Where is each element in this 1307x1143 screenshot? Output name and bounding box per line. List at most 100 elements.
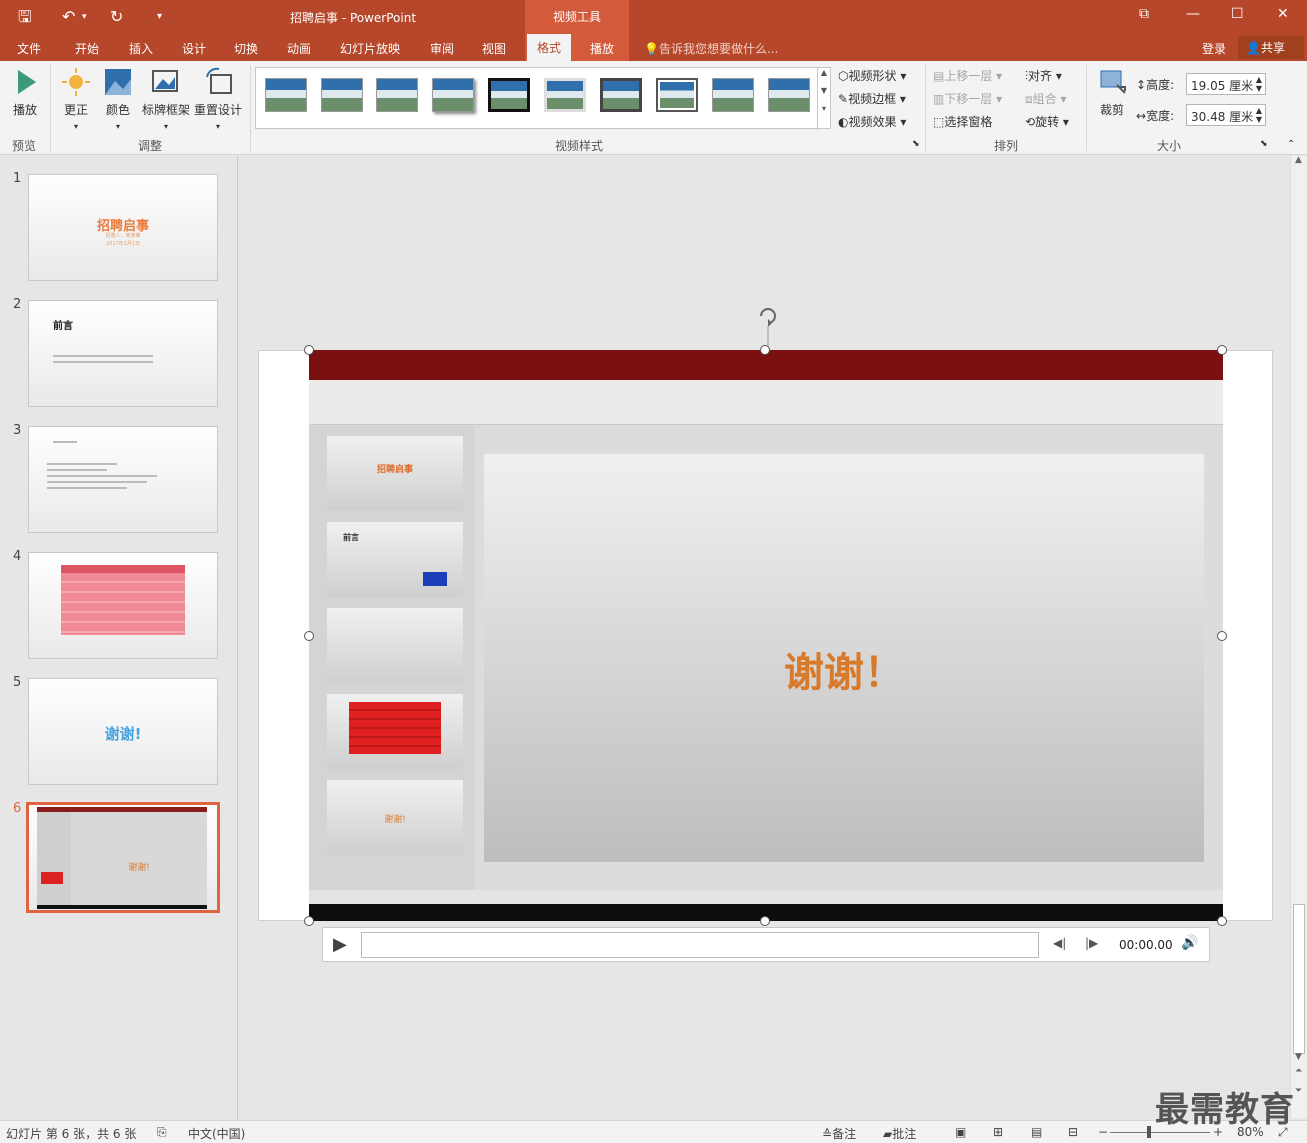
tab-design[interactable]: 设计 bbox=[182, 40, 206, 57]
zoom-slider-thumb[interactable] bbox=[1147, 1126, 1151, 1138]
send-backward-button[interactable]: ▥下移一层 ▾ bbox=[933, 90, 1002, 107]
save-icon[interactable]: 🖫 bbox=[18, 6, 32, 28]
spellcheck-icon[interactable]: ⎘ bbox=[157, 1125, 167, 1140]
undo-icon[interactable]: ↶ bbox=[62, 6, 75, 28]
video-style-thumb[interactable] bbox=[600, 78, 642, 112]
seek-bar[interactable] bbox=[361, 932, 1039, 958]
step-forward-icon[interactable]: |▶ bbox=[1085, 936, 1098, 950]
undo-dropdown-icon[interactable]: ▾ bbox=[82, 6, 87, 28]
resize-handle[interactable] bbox=[1217, 345, 1227, 355]
video-effects-button[interactable]: ◐视频效果 ▾ bbox=[838, 113, 906, 130]
volume-icon[interactable]: 🔊 bbox=[1181, 935, 1198, 951]
slide-thumbnail-4[interactable] bbox=[28, 552, 218, 659]
comments-button[interactable]: ▰批注 bbox=[883, 1125, 916, 1142]
resize-handle[interactable] bbox=[1217, 916, 1227, 926]
gallery-scroll[interactable]: ▲ ▼ ▾ bbox=[817, 68, 830, 130]
group-button[interactable]: ⧈组合 ▾ bbox=[1025, 90, 1067, 107]
notes-button[interactable]: ≙备注 bbox=[822, 1125, 856, 1142]
video-style-thumb[interactable] bbox=[321, 78, 363, 112]
normal-view-icon[interactable]: ▣ bbox=[955, 1125, 966, 1139]
video-border-button[interactable]: ✎视频边框 ▾ bbox=[838, 90, 906, 107]
slide-thumbnail-2[interactable]: 前言 bbox=[28, 300, 218, 407]
login-link[interactable]: 登录 bbox=[1202, 40, 1226, 57]
poster-frame-button[interactable]: 标牌框架 ▾ bbox=[138, 67, 194, 132]
rotate-handle-icon[interactable] bbox=[755, 304, 781, 350]
tab-slideshow[interactable]: 幻灯片放映 bbox=[340, 40, 400, 57]
maximize-icon[interactable]: ☐ bbox=[1231, 6, 1244, 22]
redo-icon[interactable]: ↻ bbox=[110, 6, 123, 28]
video-style-thumb[interactable] bbox=[712, 78, 754, 112]
play-icon[interactable]: ▶ bbox=[333, 934, 347, 955]
slide-thumbnail-6[interactable]: 谢谢! bbox=[26, 802, 220, 913]
tab-format[interactable]: 格式 bbox=[527, 34, 572, 61]
tab-view[interactable]: 视图 bbox=[482, 40, 506, 57]
play-button[interactable]: 播放 bbox=[10, 67, 40, 118]
language-indicator[interactable]: 中文(中国) bbox=[188, 1125, 245, 1142]
vertical-scrollbar[interactable]: ▲ ▼ ⏶ ⏷ bbox=[1290, 155, 1307, 1118]
scroll-down-icon[interactable]: ▼ bbox=[1295, 1052, 1302, 1062]
minimize-icon[interactable]: — bbox=[1186, 6, 1200, 22]
ribbon-display-options-icon[interactable]: ⧉ bbox=[1139, 6, 1149, 22]
reset-design-button[interactable]: 重置设计 ▾ bbox=[192, 67, 244, 132]
height-spinner[interactable]: ▲ ▼ bbox=[1256, 75, 1262, 93]
height-input[interactable]: 19.05 厘米 ▲ ▼ bbox=[1186, 73, 1266, 95]
width-input[interactable]: 30.48 厘米 ▲ ▼ bbox=[1186, 104, 1266, 126]
step-back-icon[interactable]: ◀| bbox=[1053, 936, 1066, 950]
reading-view-icon[interactable]: ▤ bbox=[1031, 1125, 1042, 1139]
video-style-thumb[interactable] bbox=[656, 78, 698, 112]
next-slide-icon[interactable]: ⏷ bbox=[1295, 1086, 1302, 1096]
tell-me-search[interactable]: 💡告诉我您想要做什么... bbox=[644, 40, 778, 57]
zoom-out-icon[interactable]: − bbox=[1098, 1125, 1108, 1139]
size-launcher-icon[interactable]: ⬊ bbox=[1260, 139, 1268, 149]
scroll-up-icon[interactable]: ▲ bbox=[1295, 155, 1302, 165]
slide-thumbnail-3[interactable] bbox=[28, 426, 218, 533]
resize-handle[interactable] bbox=[304, 916, 314, 926]
zoom-slider[interactable] bbox=[1110, 1132, 1210, 1133]
embedded-video[interactable]: 招聘启事 前言 谢谢! 谢谢！ bbox=[309, 350, 1223, 921]
corrections-button[interactable]: 更正 ▾ bbox=[60, 67, 92, 132]
reset-icon bbox=[206, 67, 232, 94]
video-style-thumb[interactable] bbox=[376, 78, 418, 112]
prev-slide-icon[interactable]: ⏶ bbox=[1295, 1066, 1302, 1076]
resize-handle[interactable] bbox=[304, 345, 314, 355]
tab-playback[interactable]: 播放 bbox=[590, 40, 614, 57]
video-style-thumb[interactable] bbox=[488, 78, 530, 112]
height-label: ↕高度: bbox=[1136, 78, 1175, 92]
poster-frame-icon bbox=[152, 70, 178, 92]
tab-home[interactable]: 开始 bbox=[75, 40, 99, 57]
selection-pane-button[interactable]: ⬚选择窗格 bbox=[933, 113, 992, 130]
bring-forward-button[interactable]: ▤上移一层 ▾ bbox=[933, 67, 1002, 84]
video-styles-launcher-icon[interactable]: ⬊ bbox=[912, 139, 920, 149]
tab-animations[interactable]: 动画 bbox=[287, 40, 311, 57]
tab-review[interactable]: 审阅 bbox=[430, 40, 454, 57]
video-inner-thumb: 前言 bbox=[327, 522, 463, 597]
video-style-thumb[interactable] bbox=[432, 78, 474, 112]
video-style-thumb[interactable] bbox=[265, 78, 307, 112]
video-style-thumb[interactable] bbox=[544, 78, 586, 112]
share-button[interactable]: 👤共享 bbox=[1238, 36, 1304, 59]
slide-sorter-icon[interactable]: ⊞ bbox=[993, 1125, 1003, 1139]
tab-file[interactable]: 文件 bbox=[17, 40, 41, 57]
collapse-ribbon-icon[interactable]: ⌃ bbox=[1287, 139, 1295, 150]
tab-transitions[interactable]: 切换 bbox=[234, 40, 258, 57]
video-style-thumb[interactable] bbox=[768, 78, 810, 112]
video-shape-button[interactable]: ⬡视频形状 ▾ bbox=[838, 67, 906, 84]
align-button[interactable]: ⫶对齐 ▾ bbox=[1025, 67, 1062, 84]
customize-qat-icon[interactable]: ▾ bbox=[157, 6, 162, 28]
width-spinner[interactable]: ▲ ▼ bbox=[1256, 106, 1262, 124]
resize-handle[interactable] bbox=[1217, 631, 1227, 641]
resize-handle[interactable] bbox=[304, 631, 314, 641]
video-styles-gallery[interactable]: ▲ ▼ ▾ bbox=[255, 67, 831, 130]
slide-thumbnail-1[interactable]: 招聘启事 招聘人：某某某 2017年1月1日 bbox=[28, 174, 218, 281]
crop-button[interactable]: 裁剪 bbox=[1096, 67, 1128, 118]
slideshow-view-icon[interactable]: ⊟ bbox=[1068, 1125, 1078, 1139]
rotate-button[interactable]: ⟲旋转 ▾ bbox=[1025, 113, 1069, 130]
scroll-thumb[interactable] bbox=[1293, 904, 1305, 1054]
close-icon[interactable]: ✕ bbox=[1277, 6, 1289, 22]
tab-insert[interactable]: 插入 bbox=[129, 40, 153, 57]
resize-handle[interactable] bbox=[760, 345, 770, 355]
shape-icon: ⬡ bbox=[838, 69, 849, 83]
slide-thumbnail-5[interactable]: 谢谢! bbox=[28, 678, 218, 785]
resize-handle[interactable] bbox=[760, 916, 770, 926]
color-button[interactable]: 颜色 ▾ bbox=[102, 67, 134, 132]
